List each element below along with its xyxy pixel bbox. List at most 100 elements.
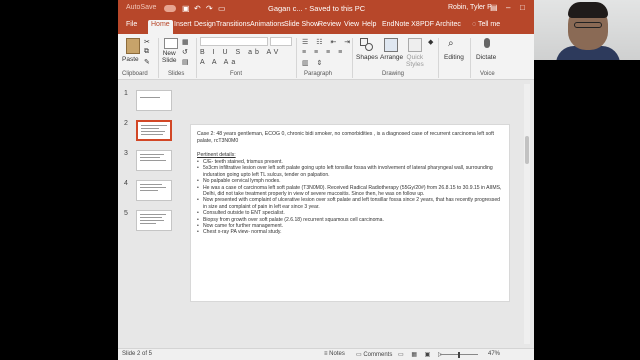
- format-painter-icon[interactable]: ✎: [144, 58, 150, 66]
- group-slides-label: Slides: [168, 71, 185, 77]
- ribbon-home: Paste ✂ ⧉ ✎ Clipboard New Slide ▦ ↺ ▤ Sl…: [118, 34, 534, 80]
- user-name[interactable]: Robin, Tyler P: [448, 4, 492, 11]
- slide-thumbnail-2[interactable]: [136, 120, 172, 141]
- webcam-video: [534, 0, 640, 60]
- autosave-label: AutoSave: [126, 4, 157, 11]
- slide-thumbnail-1[interactable]: [136, 90, 172, 111]
- autosave-toggle[interactable]: [164, 5, 176, 12]
- pertinent-details-heading[interactable]: Pertinent details:: [197, 152, 236, 158]
- group-clipboard-label: Clipboard: [122, 71, 148, 77]
- ribbon-separator: [158, 38, 159, 78]
- tab-design[interactable]: Design: [194, 21, 216, 28]
- ribbon-display-icon[interactable]: ▤: [490, 3, 498, 12]
- tab-endnote[interactable]: EndNote X8: [382, 21, 420, 28]
- tab-view[interactable]: View: [344, 21, 359, 28]
- shape-fill-icon[interactable]: ◆: [428, 38, 433, 46]
- list-item: 5x3cm infiltrative lesion over left soft…: [197, 165, 505, 178]
- case-summary-text[interactable]: Case 2: 48 years gentleman, ECOG 0, chro…: [197, 131, 497, 144]
- paste-button[interactable]: Paste: [122, 56, 139, 63]
- ribbon-separator: [470, 38, 471, 78]
- thumbnail-number: 1: [124, 90, 128, 97]
- zoom-level[interactable]: 47%: [488, 351, 500, 357]
- tab-animations[interactable]: Animations: [250, 21, 285, 28]
- slide-thumbnail-4[interactable]: [136, 180, 172, 201]
- title-bar: AutoSave ▣ ↶ ↷ ▭ Gagan c... - Saved to t…: [118, 0, 534, 18]
- powerpoint-window: AutoSave ▣ ↶ ↷ ▭ Gagan c... - Saved to t…: [118, 0, 534, 360]
- dictate-button[interactable]: Dictate: [476, 54, 496, 61]
- font-name-input[interactable]: [200, 37, 268, 46]
- scrollbar-thumb[interactable]: [525, 136, 529, 164]
- tab-file[interactable]: File: [126, 21, 137, 28]
- minimize-icon[interactable]: –: [506, 3, 510, 12]
- thumbnail-number: 3: [124, 150, 128, 157]
- details-list[interactable]: C/E- teeth stained, trismus present. 5x3…: [197, 159, 505, 236]
- webcam-person-hair: [568, 2, 608, 18]
- reset-icon[interactable]: ↺: [182, 48, 188, 56]
- list-buttons[interactable]: ☰ ☷ ⇤ ⇥: [302, 38, 353, 46]
- comments-label: Comments: [363, 352, 393, 358]
- ribbon-separator: [196, 38, 197, 78]
- font-size-input[interactable]: [270, 37, 292, 46]
- tab-help[interactable]: Help: [362, 21, 376, 28]
- zoom-slider-handle[interactable]: [458, 352, 460, 358]
- screen: AutoSave ▣ ↶ ↷ ▭ Gagan c... - Saved to t…: [0, 0, 640, 360]
- tab-insert[interactable]: Insert: [174, 21, 192, 28]
- search-icon[interactable]: ⌕: [448, 38, 454, 49]
- tab-pdf-architect[interactable]: PDF Architec: [420, 21, 461, 28]
- paste-icon[interactable]: [126, 38, 140, 54]
- new-slide-button[interactable]: New Slide: [162, 50, 176, 64]
- tab-transitions[interactable]: Transitions: [216, 21, 250, 28]
- list-item: He was a case of carcinoma left soft pal…: [197, 185, 505, 198]
- tell-me-search[interactable]: ◌ Tell me: [472, 21, 500, 28]
- slide-thumbnail-5[interactable]: [136, 210, 172, 231]
- notes-label: Notes: [329, 351, 345, 357]
- ribbon-separator: [438, 38, 439, 78]
- tell-me-label: Tell me: [477, 21, 501, 28]
- slide-editing-area[interactable]: Case 2: 48 years gentleman, ECOG 0, chro…: [178, 80, 534, 348]
- tab-review[interactable]: Review: [318, 21, 341, 28]
- arrange-button[interactable]: Arrange: [380, 54, 403, 61]
- ribbon-separator: [296, 38, 297, 78]
- redo-icon[interactable]: ↷: [206, 4, 213, 13]
- quick-styles-icon[interactable]: [408, 38, 422, 52]
- vertical-scrollbar[interactable]: [524, 84, 530, 344]
- comments-button[interactable]: ▭ Comments: [356, 351, 392, 358]
- group-voice-label: Voice: [480, 71, 495, 77]
- layout-icon[interactable]: ▦: [182, 38, 189, 46]
- font-format-buttons[interactable]: B I U S ab AV: [200, 49, 281, 56]
- view-buttons[interactable]: ▭ ▦ ▣ ▷: [398, 351, 446, 358]
- section-icon[interactable]: ▤: [182, 58, 189, 66]
- slide-thumbnail-3[interactable]: [136, 150, 172, 171]
- shapes-icon[interactable]: [360, 38, 374, 52]
- current-slide[interactable]: Case 2: 48 years gentleman, ECOG 0, chro…: [190, 124, 510, 302]
- tab-home[interactable]: Home: [148, 20, 173, 34]
- microphone-icon[interactable]: [484, 38, 490, 48]
- undo-icon[interactable]: ↶: [194, 4, 201, 13]
- editing-button[interactable]: Editing: [444, 54, 464, 61]
- cut-icon[interactable]: ✂: [144, 38, 150, 46]
- restore-icon[interactable]: □: [520, 3, 525, 12]
- slide-counter: Slide 2 of 5: [122, 351, 153, 357]
- quick-styles-button[interactable]: Quick Styles: [406, 54, 424, 68]
- arrange-icon[interactable]: [384, 38, 398, 52]
- present-icon[interactable]: ▭: [218, 4, 226, 13]
- copy-icon[interactable]: ⧉: [144, 48, 149, 56]
- document-title: Gagan c... - Saved to this PC: [268, 4, 366, 13]
- thumbnail-number: 2: [124, 120, 128, 127]
- new-slide-icon[interactable]: [164, 38, 178, 49]
- align-buttons[interactable]: ≡ ≡ ≡ ≡: [302, 49, 345, 56]
- thumbnail-number: 5: [124, 210, 128, 217]
- list-item: Chest x-ray PA view- normal study.: [197, 229, 505, 236]
- save-icon[interactable]: ▣: [182, 4, 190, 13]
- tab-slide-show[interactable]: Slide Show: [284, 21, 319, 28]
- group-paragraph-label: Paragraph: [304, 71, 333, 77]
- shapes-button[interactable]: Shapes: [356, 54, 378, 61]
- column-buttons[interactable]: ▥ ⇕: [302, 59, 325, 67]
- ribbon-tabs: File Home Insert Design Transitions Anim…: [118, 18, 534, 34]
- thumbnail-number: 4: [124, 180, 128, 187]
- status-bar: Slide 2 of 5 ≡ Notes ▭ Comments ▭ ▦ ▣ ▷ …: [118, 348, 534, 360]
- slide-thumbnail-pane: 1 2 3 4 5: [118, 80, 178, 348]
- webcam-person-glasses: [574, 22, 602, 28]
- notes-button[interactable]: ≡ Notes: [324, 351, 345, 357]
- font-color-buttons[interactable]: A A Aa: [200, 59, 238, 66]
